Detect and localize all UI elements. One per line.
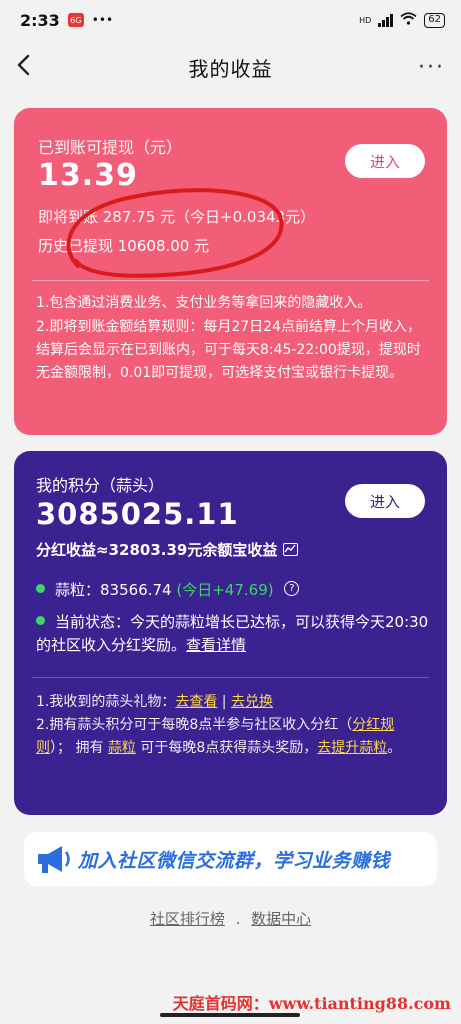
points-card: 我的积分（蒜头） 3085025.11 进入 分红收益≈32803.39元余额宝… <box>14 451 447 815</box>
status-time: 2:33 <box>20 10 60 30</box>
gift-label: 1.我收到的蒜头礼物： <box>36 694 176 710</box>
footer-links: 社区排行榜 . 数据中心 <box>0 908 461 929</box>
grains-value: 83566.74 <box>100 581 172 599</box>
watermark: 天庭首码网：www.tianting88.com <box>172 994 451 1013</box>
note2-text-a: 2.拥有蒜头积分可于每晚8点半参与社区收入分红（ <box>36 717 353 733</box>
grains-label: 蒜粒： <box>55 581 101 599</box>
income-note-2: 2.即将到账金额结算规则：每月27日24点前结算上个月收入，结算后会显示在已到账… <box>36 319 421 381</box>
megaphone-icon <box>34 842 74 876</box>
status-bar: 2:33 6G ••• HD 62 <box>0 0 461 40</box>
income-card: 已到账可提现（元） 13.39 进入 即将到账 287.75 元（今日+0.03… <box>14 108 447 435</box>
points-enter-button[interactable]: 进入 <box>345 484 425 518</box>
help-icon[interactable]: ? <box>284 581 300 596</box>
page-title: 我的收益 <box>188 56 273 81</box>
points-amount: 3085025.11 <box>36 497 239 531</box>
points-divider <box>32 677 429 678</box>
app-notification-icon: 6G <box>67 13 84 27</box>
green-dot-icon <box>36 616 45 625</box>
income-notes: 1.包含通过消费业务、支付业务等拿回来的隐藏收入。 2.即将到账金额结算规则：每… <box>36 292 429 386</box>
link-separator: | <box>217 694 231 710</box>
grains-row: 蒜粒：83566.74 (今日+47.69) ? <box>36 579 429 602</box>
dividend-income: 分红收益≈32803.39元余额宝收益 <box>36 539 299 560</box>
note2-text-b: ）； 拥有 <box>50 740 108 756</box>
boost-grains-link[interactable]: 去提升蒜粒 <box>317 740 387 756</box>
chart-icon[interactable] <box>283 543 299 556</box>
points-note-2: 2.拥有蒜头积分可于每晚8点半参与社区收入分红（分红规则）； 拥有 蒜粒 可于每… <box>36 714 429 760</box>
wifi-icon <box>400 12 417 28</box>
footer-separator: . <box>235 910 241 928</box>
redeem-gifts-link[interactable]: 去兑换 <box>231 694 273 710</box>
signal-icon <box>378 13 394 27</box>
battery-icon: 62 <box>424 12 445 28</box>
green-dot-icon <box>36 584 45 593</box>
grains-link[interactable]: 蒜粒 <box>108 740 136 756</box>
income-note-1: 1.包含通过消费业务、支付业务等拿回来的隐藏收入。 <box>36 295 372 311</box>
home-indicator[interactable] <box>160 1013 300 1017</box>
hd-indicator: HD <box>359 15 372 25</box>
income-divider <box>32 280 429 281</box>
note2-text-d: 。 <box>387 740 402 756</box>
banner-text: 加入社区微信交流群，学习业务赚钱 <box>78 849 391 872</box>
status-row: 当前状态：今天的蒜粒增长已达标，可以获得今天20:30的社区收入分红奖励。查看详… <box>36 611 429 657</box>
handwritten-circle-mark <box>66 188 284 278</box>
grains-today: (今日+47.69) <box>176 581 274 599</box>
back-icon[interactable] <box>16 52 46 82</box>
income-enter-button[interactable]: 进入 <box>345 144 425 178</box>
community-ranking-link[interactable]: 社区排行榜 <box>150 910 225 928</box>
more-options-icon[interactable]: ··· <box>415 55 445 80</box>
points-label: 我的积分（蒜头） <box>36 476 165 495</box>
nav-bar: 我的收益 ··· <box>0 40 461 94</box>
dividend-text: 分红收益≈32803.39元余额宝收益 <box>36 541 278 559</box>
points-note-1: 1.我收到的蒜头礼物：去查看 | 去兑换 <box>36 691 429 714</box>
data-center-link[interactable]: 数据中心 <box>251 910 311 928</box>
wechat-group-banner[interactable]: 加入社区微信交流群，学习业务赚钱 <box>24 832 437 886</box>
more-notifications-icon: ••• <box>91 13 114 27</box>
points-notes: 1.我收到的蒜头礼物：去查看 | 去兑换 2.拥有蒜头积分可于每晚8点半参与社区… <box>36 691 429 760</box>
view-gifts-link[interactable]: 去查看 <box>175 694 217 710</box>
withdrawable-label: 已到账可提现（元） <box>38 138 183 157</box>
view-details-link[interactable]: 查看详情 <box>186 636 246 654</box>
note2-text-c: 可于每晚8点获得蒜头奖励， <box>135 740 318 756</box>
